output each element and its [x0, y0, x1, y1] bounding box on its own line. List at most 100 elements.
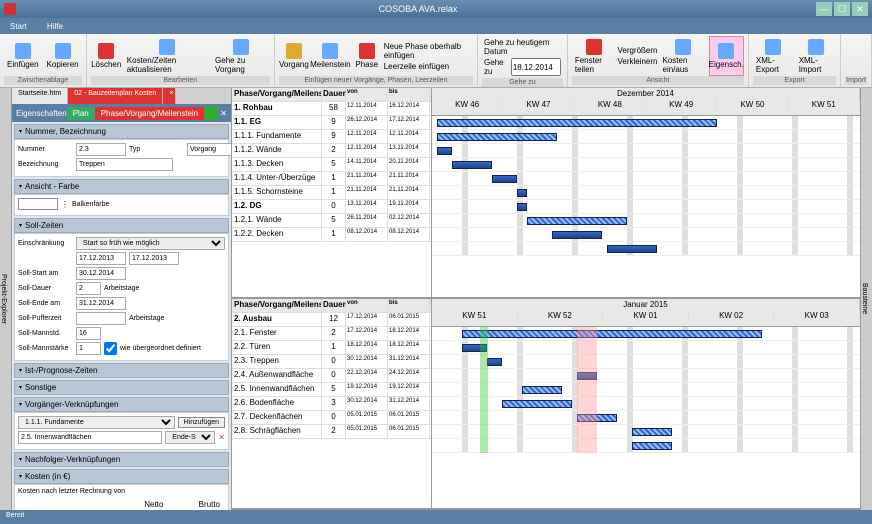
maximize-button[interactable]: ☐	[834, 2, 850, 16]
gantt-row[interactable]: 2.3. Treppen030.12.201431.12.2014	[232, 355, 431, 369]
mannstd-input[interactable]	[76, 327, 101, 340]
section-other[interactable]: Sonstige	[14, 380, 229, 395]
zoom-out[interactable]: Verkleinern	[617, 57, 657, 66]
pred-item[interactable]	[18, 431, 162, 444]
goto-task-button[interactable]: Gehe zu Vorgang	[212, 36, 270, 76]
props-title: Eigenschaften	[16, 109, 67, 118]
gantt-bottom: Phase/Vorgang/MeilensteiDauervonbis2. Au…	[232, 299, 860, 510]
date1-input[interactable]	[76, 252, 126, 265]
goto-today[interactable]: Gehe zu heutigem Datum	[484, 38, 561, 56]
add-pred-button[interactable]: Hinzufügen	[178, 417, 225, 428]
project-explorer-tab[interactable]: Projekt-Explorer	[0, 88, 12, 510]
color-swatch[interactable]	[18, 198, 58, 210]
resources-tab[interactable]: Bausteine	[860, 88, 872, 510]
constraint-select[interactable]: Start so früh wie möglich	[76, 237, 225, 250]
soll-start-input[interactable]	[76, 267, 126, 280]
inherit-checkbox[interactable]	[104, 342, 117, 355]
goto-date-input[interactable]	[511, 58, 561, 76]
gantt-bar[interactable]	[502, 400, 572, 408]
new-phase-button[interactable]: Phase	[352, 36, 382, 76]
split-window-button[interactable]: Fenster teilen	[572, 36, 616, 76]
close-props-icon[interactable]: ✕	[220, 109, 227, 118]
menu-start[interactable]: Start	[4, 21, 33, 32]
new-phase-above[interactable]: Neue Phase oberhalb einfügen	[384, 42, 473, 60]
ribbon: Einfügen Kopieren Zwischenablage Löschen…	[0, 34, 872, 88]
gantt-row[interactable]: 1.1.5. Schornsteine121.11.201421.11.2014	[232, 186, 431, 200]
section-color[interactable]: Ansicht - Farbe	[14, 179, 229, 194]
refresh-button[interactable]: Kosten/Zeiten aktualisieren	[124, 36, 210, 76]
gantt-bar[interactable]	[522, 386, 562, 394]
section-soll[interactable]: Soll-Zeiten	[14, 218, 229, 233]
gantt-row[interactable]: 1.1. EG926.12.201417.12.2014	[232, 116, 431, 130]
color-picker-icon[interactable]: ⋮	[61, 200, 69, 209]
puffer-input[interactable]	[76, 312, 126, 325]
type-input[interactable]	[187, 143, 231, 156]
gantt-row[interactable]: 2.1. Fenster217.12.201418.12.2014	[232, 327, 431, 341]
gantt-bar[interactable]	[437, 133, 557, 141]
gantt-row[interactable]: 1.1.1. Fundamente912.11.201412.11.2014	[232, 130, 431, 144]
name-input[interactable]	[76, 158, 173, 171]
new-blank-line[interactable]: Leerzeile einfügen	[384, 62, 473, 71]
gantt-row[interactable]: 2.7. Deckenflächen005.01.201506.01.2015	[232, 411, 431, 425]
gantt-row[interactable]: 1.2.1. Wände526.11.201402.12.2014	[232, 214, 431, 228]
number-input[interactable]	[76, 143, 126, 156]
section-succ[interactable]: Nachfolger-Verknüpfungen	[14, 452, 229, 467]
gantt-row[interactable]: 1.1.2. Wände212.11.201413.11.2014	[232, 144, 431, 158]
section-ist[interactable]: Ist-/Prognose-Zeiten	[14, 363, 229, 378]
gantt-bar[interactable]	[462, 330, 762, 338]
gantt-bar[interactable]	[527, 217, 627, 225]
delete-button[interactable]: Löschen	[91, 36, 122, 76]
gantt-bar[interactable]	[552, 231, 602, 239]
cost-toggle-button[interactable]: Kosten ein/aus	[660, 36, 707, 76]
gantt-bar[interactable]	[607, 245, 657, 253]
tab-plan[interactable]: 02 - Bauzeitenplan Kosten	[68, 88, 163, 104]
close-button[interactable]: ✕	[852, 2, 868, 16]
properties-button[interactable]: Eigensch.	[709, 36, 744, 76]
section-number[interactable]: Nummer, Bezeichnung	[14, 124, 229, 139]
props-tab-phase[interactable]: Phase/Vorgang/Meilenstein	[95, 107, 204, 120]
xml-export-button[interactable]: XML-Export	[753, 36, 794, 76]
gantt-bar[interactable]	[517, 203, 527, 211]
gantt-row[interactable]: 2. Ausbau1217.12.201406.01.2015	[232, 313, 431, 327]
menu-help[interactable]: Hilfe	[41, 21, 69, 32]
xml-import-button[interactable]: XML-Import	[796, 36, 836, 76]
gantt-row[interactable]: 2.4. Außenwandfläche022.12.201424.12.201…	[232, 369, 431, 383]
add-icon[interactable]	[204, 106, 218, 120]
gantt-row[interactable]: 1.1.3. Decken514.11.201420.11.2014	[232, 158, 431, 172]
gantt-row[interactable]: 2.2. Türen118.12.201418.12.2014	[232, 341, 431, 355]
new-task-button[interactable]: Vorgang	[279, 36, 309, 76]
gantt-row[interactable]: 2.6. Bodenfläche330.12.201431.12.2014	[232, 397, 431, 411]
section-pred[interactable]: Vorgänger-Verknüpfungen	[14, 397, 229, 412]
tab-close[interactable]: ×	[163, 88, 176, 104]
props-tab-plan[interactable]: Plan	[67, 107, 95, 120]
tab-startpage[interactable]: Startseite.htm	[12, 88, 68, 104]
gantt-row[interactable]: 2.8. Schrägflächen205.01.201506.01.2015	[232, 425, 431, 439]
rel-select[interactable]: Ende-Start	[165, 431, 215, 444]
pred-select[interactable]: 1.1.1. Fundamente	[18, 416, 175, 429]
gantt-row[interactable]: 1.1.4. Unter-/Überzüge121.11.201421.11.2…	[232, 172, 431, 186]
gantt-bar[interactable]	[492, 175, 517, 183]
gantt-bar[interactable]	[632, 428, 672, 436]
window-title: COSOBA AVA.relax	[20, 4, 816, 14]
gantt-bar[interactable]	[452, 161, 492, 169]
date2-input[interactable]	[129, 252, 179, 265]
soll-ende-input[interactable]	[76, 297, 126, 310]
gantt-row[interactable]: 2.5. Innenwandflächen519.12.201419.12.20…	[232, 383, 431, 397]
gantt-bar[interactable]	[517, 189, 527, 197]
delete-pred-icon[interactable]: ✕	[218, 433, 225, 442]
gantt-bar[interactable]	[632, 442, 672, 450]
gantt-bar[interactable]	[437, 119, 717, 127]
gantt-row[interactable]: 1.2. DG013.11.201419.11.2014	[232, 200, 431, 214]
new-milestone-button[interactable]: Meilenstein	[311, 36, 350, 76]
gantt-row[interactable]: 1. Rohbau5812.11.201416.12.2014	[232, 102, 431, 116]
minimize-button[interactable]: —	[816, 2, 832, 16]
section-cost[interactable]: Kosten (in €)	[14, 469, 229, 484]
copy-button[interactable]: Kopieren	[44, 36, 82, 76]
gantt-row[interactable]: 1.2.2. Decken108.12.201408.12.2014	[232, 228, 431, 242]
gantt-bar[interactable]	[437, 147, 452, 155]
mannstaerke-input[interactable]	[76, 342, 101, 355]
paste-button[interactable]: Einfügen	[4, 36, 42, 76]
soll-dauer-input[interactable]	[76, 282, 101, 295]
zoom-in[interactable]: Vergrößern	[617, 46, 657, 55]
gantt-bar[interactable]	[487, 358, 502, 366]
